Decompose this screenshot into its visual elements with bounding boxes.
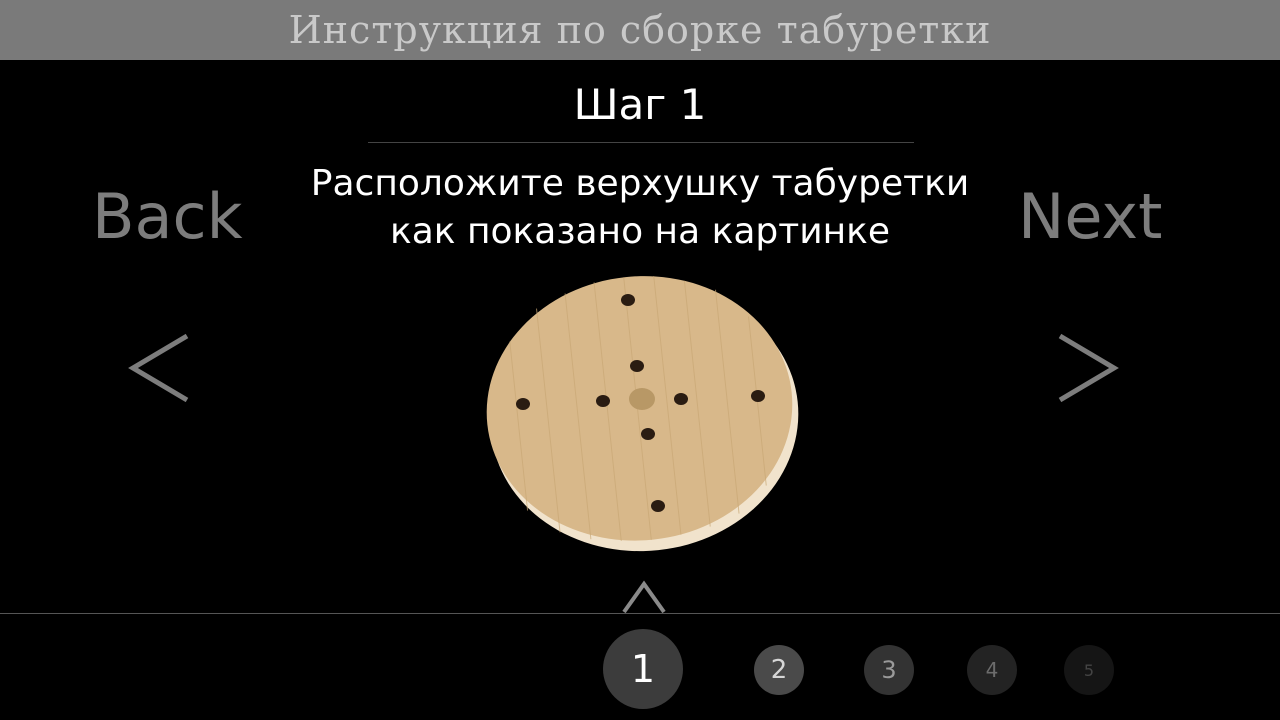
step-instruction: Расположите верхушку табуретки как показ… [300,160,980,256]
stool-top-image [486,276,799,552]
step-title: Шаг 1 [573,80,707,129]
instruction-line-1: Расположите верхушку табуретки [310,163,970,204]
page-indicator-1[interactable]: 1 [603,629,683,709]
next-button[interactable]: Next [1018,180,1162,253]
page-indicator-3[interactable]: 3 [864,645,914,695]
chevron-up-icon[interactable] [620,578,668,614]
chevron-right-icon[interactable] [1052,330,1122,410]
back-button[interactable]: Back [92,180,243,253]
chevron-left-icon[interactable] [125,330,195,410]
app-title: Инструкция по сборке табуретки [288,8,992,52]
bottom-divider [0,613,1280,614]
page-indicator-5[interactable]: 5 [1064,645,1114,695]
page-indicator-2[interactable]: 2 [754,645,804,695]
step-divider [368,142,914,143]
page-indicator-4[interactable]: 4 [967,645,1017,695]
title-bar: Инструкция по сборке табуретки [0,0,1280,60]
instruction-line-2: как показано на картинке [389,211,891,252]
